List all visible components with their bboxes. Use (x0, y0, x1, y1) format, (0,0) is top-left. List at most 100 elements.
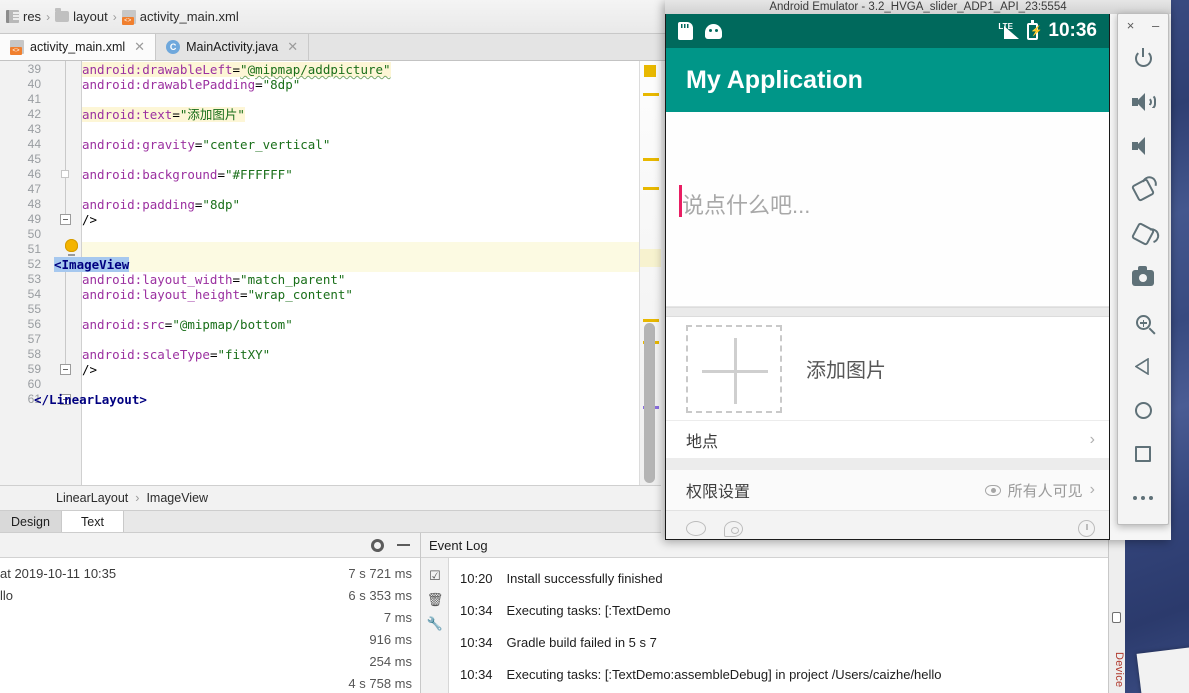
tab-activity-main-xml[interactable]: activity_main.xml ✕ (0, 34, 157, 60)
code-editor[interactable]: 39 40 41 42 43 44 45 46 47 48 49 50 51 5… (0, 61, 661, 485)
line-number: 41 (27, 92, 41, 106)
rotate-left-icon[interactable] (1117, 168, 1169, 212)
status-bar-right: LTE ⚡ 10:36 (998, 19, 1097, 42)
build-row-duration: 916 ms (369, 631, 412, 647)
event-time: 10:34 (460, 602, 493, 618)
location-row[interactable]: 地点 › (666, 420, 1109, 458)
event-time: 10:20 (460, 570, 493, 586)
app-bottom-bar (666, 510, 1109, 539)
post-text-input[interactable]: 说点什么吧... (666, 112, 1109, 307)
cloud-icon[interactable] (686, 521, 706, 536)
fold-guide-line (65, 271, 66, 366)
warning-marker[interactable] (643, 319, 659, 322)
minimize-icon[interactable] (397, 544, 410, 546)
settings-gear-icon[interactable] (371, 538, 384, 552)
event-log-list: 10:20 Install successfully finished 10:3… (450, 558, 1115, 693)
line-number: 40 (27, 77, 41, 91)
code-line: /> (82, 362, 98, 377)
volume-down-icon[interactable] (1117, 124, 1169, 168)
code-line: /> (82, 212, 98, 227)
code-line: android:layout_height="wrap_content" (82, 287, 353, 302)
code-line: android:background="#FFFFFF" (82, 167, 293, 182)
line-number: 57 (27, 332, 41, 346)
line-number: 54 (27, 287, 41, 301)
wrench-icon[interactable]: 🔧 (421, 612, 449, 636)
power-icon[interactable] (1117, 36, 1169, 80)
more-options-icon[interactable] (1117, 476, 1169, 520)
back-nav-icon[interactable] (1117, 344, 1169, 388)
warning-marker[interactable] (643, 187, 659, 190)
current-line-highlight (82, 257, 661, 272)
code-line: android:text="添加图片" (82, 107, 245, 122)
editor-marker-bar[interactable] (639, 61, 661, 485)
breadcrumb-item-file[interactable]: activity_main.xml (121, 9, 239, 25)
breadcrumb-label: activity_main.xml (139, 9, 239, 24)
battery-charging-icon: ⚡ (1027, 19, 1043, 40)
intention-bulb-icon[interactable] (65, 239, 78, 256)
breadcrumb: res › layout › activity_main.xml (6, 8, 239, 25)
breadcrumb-separator: › (112, 9, 117, 24)
warning-marker[interactable] (643, 93, 659, 96)
breadcrumb-label: layout (73, 9, 108, 24)
home-nav-icon[interactable] (1117, 388, 1169, 432)
event-log-side-toolbar: ☑ 🗑 🔧 (421, 558, 449, 693)
post-input-placeholder: 说点什么吧... (682, 193, 811, 218)
recents-nav-icon[interactable] (1117, 432, 1169, 476)
warning-marker[interactable] (644, 65, 656, 77)
tab-main-activity-java[interactable]: C MainActivity.java ✕ (156, 34, 310, 60)
minimize-icon[interactable]: – (1152, 18, 1159, 33)
close-icon[interactable]: ✕ (134, 39, 145, 55)
breadcrumb-item-res[interactable]: res (6, 9, 41, 24)
code-folding-column[interactable] (49, 61, 82, 485)
build-row: llo 6 s 353 ms (0, 584, 420, 606)
screenshot-camera-icon[interactable] (1117, 256, 1169, 300)
fold-marker[interactable] (60, 214, 71, 225)
warning-marker[interactable] (643, 158, 659, 161)
emulator-title-bar: Android Emulator - 3.2_HVGA_slider_ADP1_… (665, 0, 1171, 14)
event-text: Executing tasks: [:TextDemo:assembleDebu… (506, 666, 942, 682)
zoom-icon[interactable] (1117, 300, 1169, 344)
event-text: Gradle build failed in 5 s 7 (506, 634, 657, 650)
line-number: 51 (27, 242, 41, 256)
line-number: 43 (27, 122, 41, 136)
chevron-right-icon: › (1089, 430, 1095, 448)
breadcrumb-separator: › (135, 490, 140, 505)
tab-design[interactable]: Design (0, 511, 62, 532)
component-crumb-imageview[interactable]: ImageView (146, 491, 208, 505)
close-icon[interactable]: ✕ (287, 39, 298, 55)
permission-settings-row[interactable]: 权限设置 所有人可见 › (666, 470, 1109, 510)
trash-icon[interactable]: 🗑 (421, 588, 449, 612)
comment-icon[interactable] (724, 520, 743, 537)
rotate-right-icon[interactable] (1117, 212, 1169, 256)
volume-up-icon[interactable] (1117, 80, 1169, 124)
line-number: 56 (27, 317, 41, 331)
event-time: 10:34 (460, 666, 493, 682)
add-image-plus-icon[interactable] (686, 324, 782, 413)
xml-file-icon (10, 40, 24, 55)
build-panel-header (0, 533, 420, 558)
breadcrumb-item-layout[interactable]: layout (55, 8, 108, 24)
line-number: 46 (27, 167, 41, 181)
add-picture-row[interactable]: 添加图片 (666, 317, 1109, 420)
back-triangle-glyph (1135, 357, 1149, 375)
checkbox-icon[interactable]: ☑ (421, 564, 449, 588)
event-time: 10:34 (460, 634, 493, 650)
component-crumb-linearlayout[interactable]: LinearLayout (56, 491, 128, 505)
app-title: My Application (686, 65, 863, 94)
bookmark-marker (61, 170, 69, 178)
emulator-screen[interactable]: LTE ⚡ 10:36 My Application 说点什么吧... 添加图片… (665, 14, 1110, 540)
event-log-panel: Event Log ☑ 🗑 🔧 10:20 Install successful… (421, 533, 1115, 693)
clock-icon[interactable] (1078, 520, 1095, 537)
line-number: 44 (27, 137, 41, 151)
fold-marker[interactable] (60, 364, 71, 375)
vertical-scrollbar-thumb[interactable] (644, 323, 655, 483)
emulator-toolbar: × – (1117, 13, 1169, 525)
close-icon[interactable]: × (1127, 18, 1135, 33)
code-text-area[interactable]: android:drawableLeft="@mipmap/addpicture… (34, 61, 661, 485)
xml-file-icon (121, 9, 136, 25)
signal-bars (1004, 26, 1020, 39)
tab-text[interactable]: Text (62, 511, 124, 532)
build-row: 7 ms (0, 606, 420, 628)
tool-strip-label-device[interactable]: Device (1110, 652, 1125, 687)
chevron-right-icon: › (1089, 481, 1095, 498)
